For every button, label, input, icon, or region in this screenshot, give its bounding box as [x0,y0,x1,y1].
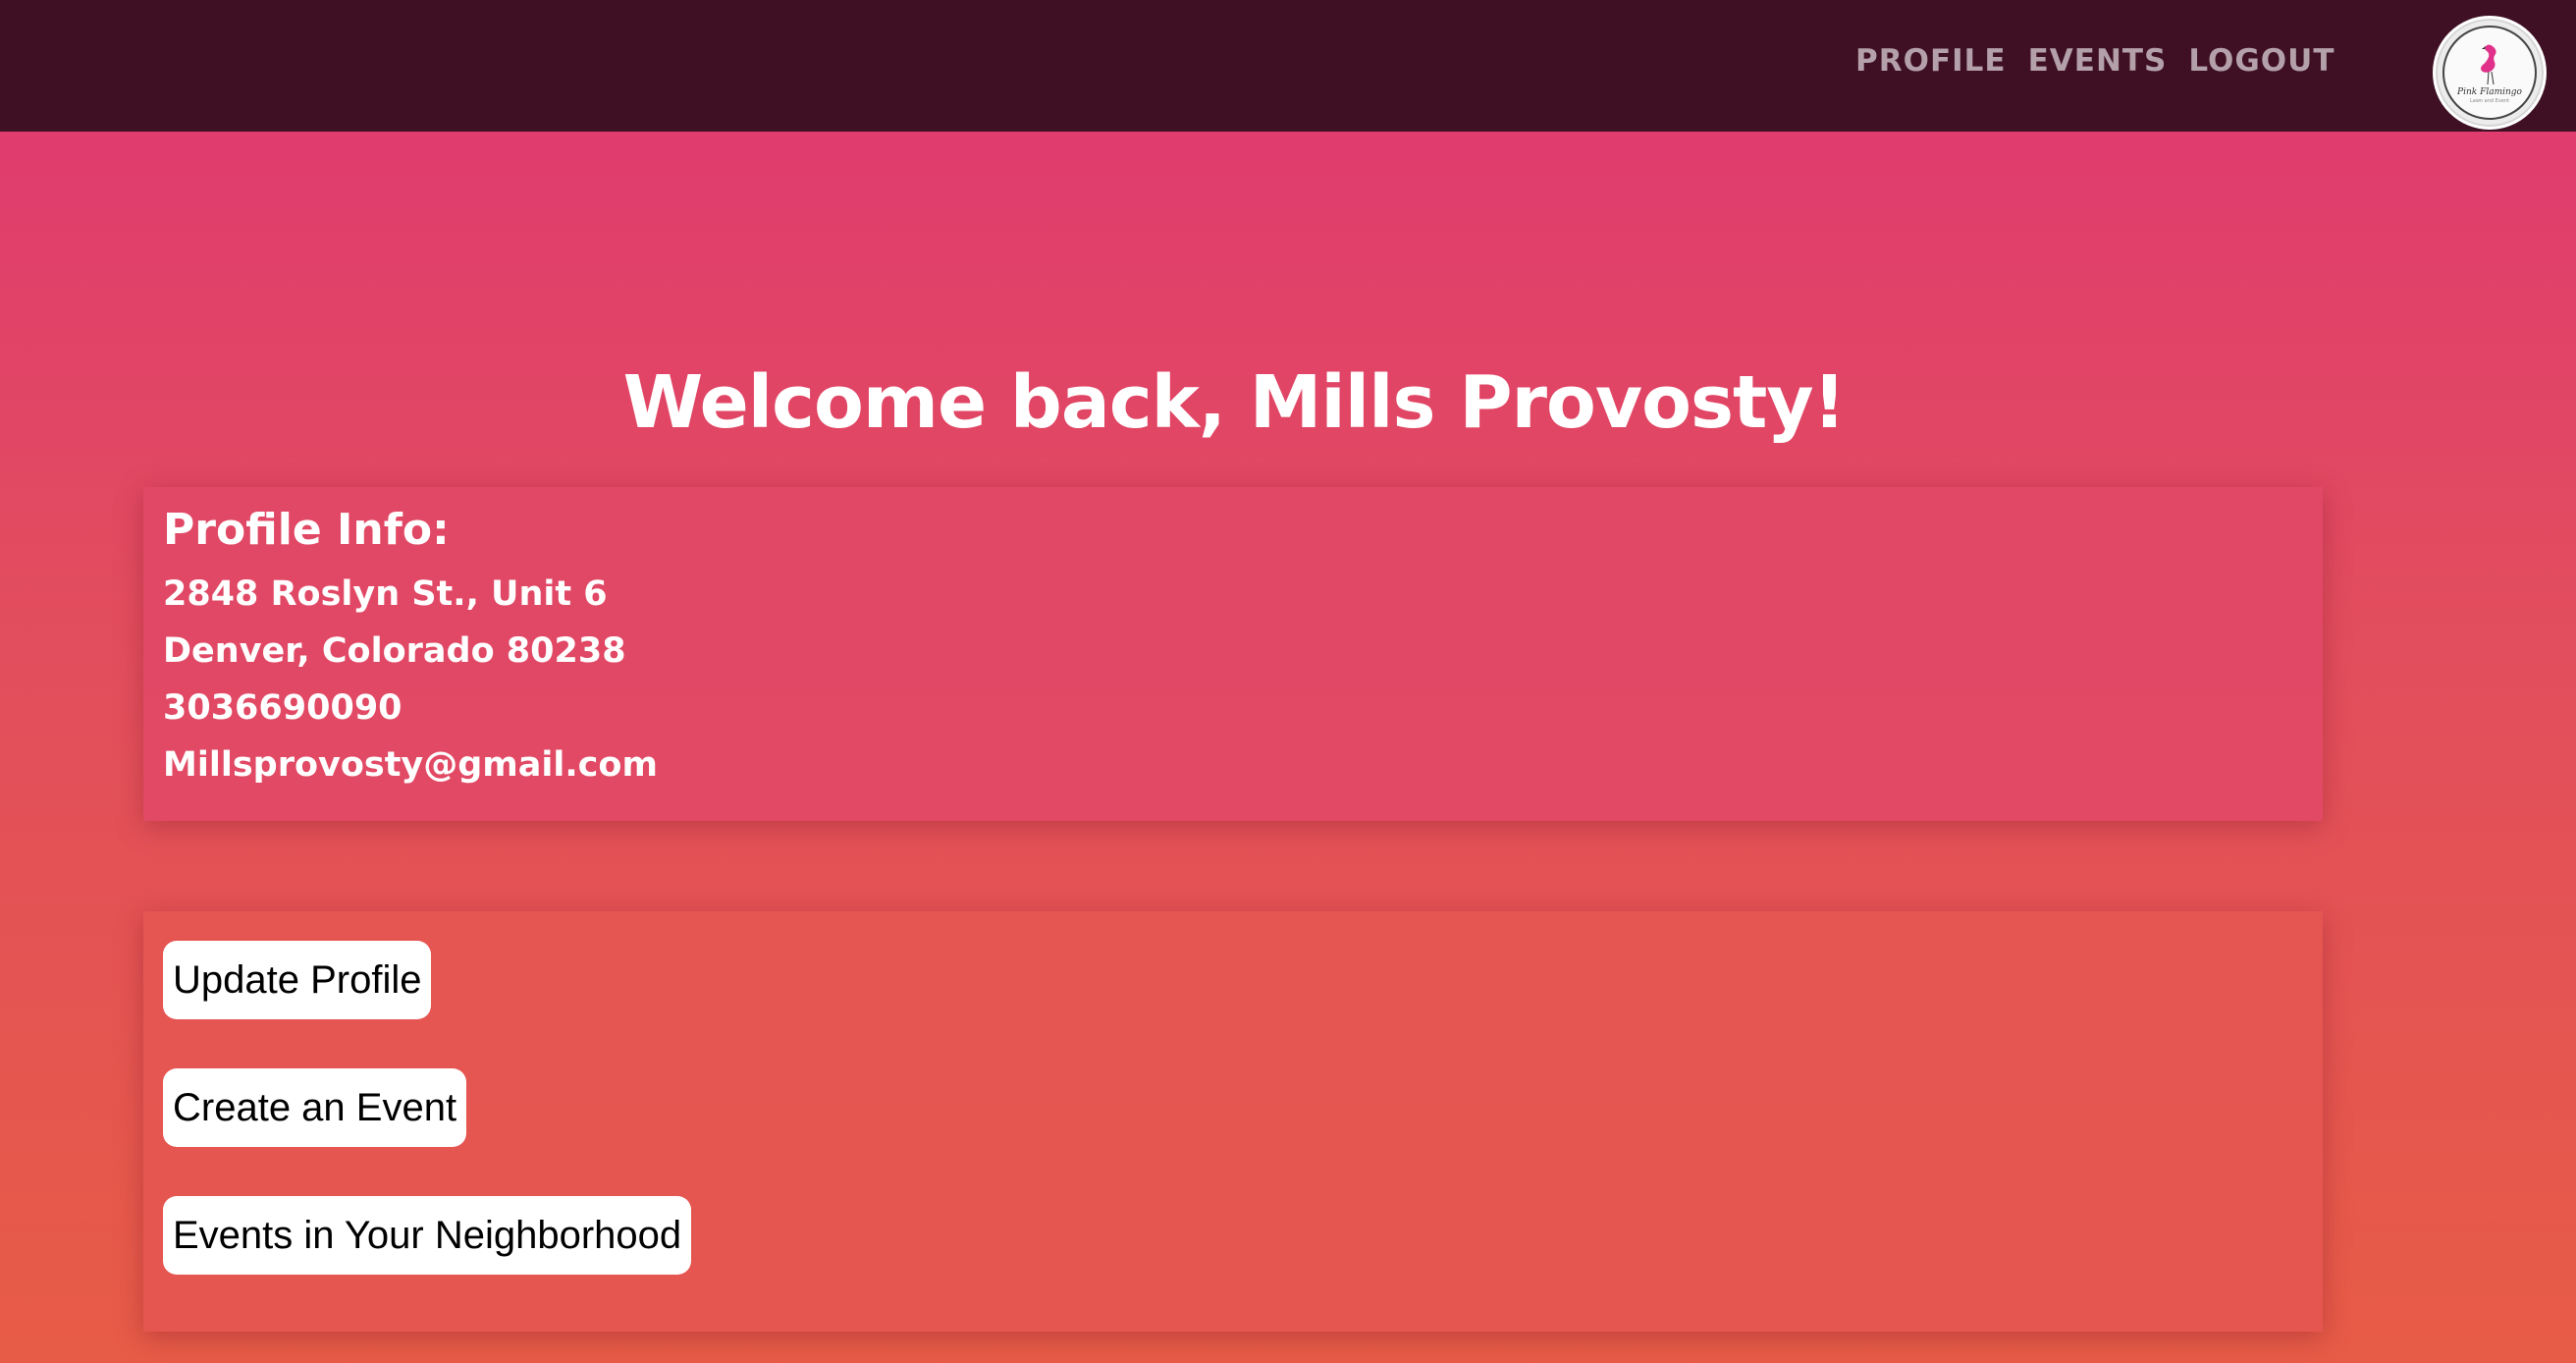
top-navbar: PROFILE EVENTS LOGOUT Pink Flamingo Lawn… [0,0,2576,132]
nav-events-link[interactable]: EVENTS [2028,37,2168,84]
brand-logo[interactable]: Pink Flamingo Lawn and Event [2433,16,2547,130]
create-event-button[interactable]: Create an Event [163,1068,467,1147]
nav-logout-link[interactable]: LOGOUT [2188,37,2334,84]
nav-profile-link[interactable]: PROFILE [1855,37,2007,84]
update-profile-button[interactable]: Update Profile [163,941,432,1019]
logo-subtext: Lawn and Event [2469,97,2510,104]
flamingo-icon [2481,44,2496,84]
profile-phone: 3036690090 [163,688,402,728]
profile-address-line2: Denver, Colorado 80238 [163,631,626,671]
profile-info-card: Profile Info: 2848 Roslyn St., Unit 6 De… [143,487,2323,821]
logo-text: Pink Flamingo [2457,86,2522,97]
profile-info-heading: Profile Info: [163,505,450,555]
main-nav: PROFILE EVENTS LOGOUT [1855,37,2334,84]
profile-email: Millsprovosty@gmail.com [163,745,658,785]
neighborhood-events-button[interactable]: Events in Your Neighborhood [163,1196,692,1275]
actions-card: Update Profile Create an Event Events in… [143,911,2323,1332]
welcome-heading: Welcome back, Mills Provosty! [622,360,1847,445]
logo-badge: Pink Flamingo Lawn and Event [2442,26,2537,120]
profile-details: 2848 Roslyn St., Unit 6 Denver, Colorado… [163,566,658,793]
profile-address-line1: 2848 Roslyn St., Unit 6 [163,574,608,614]
